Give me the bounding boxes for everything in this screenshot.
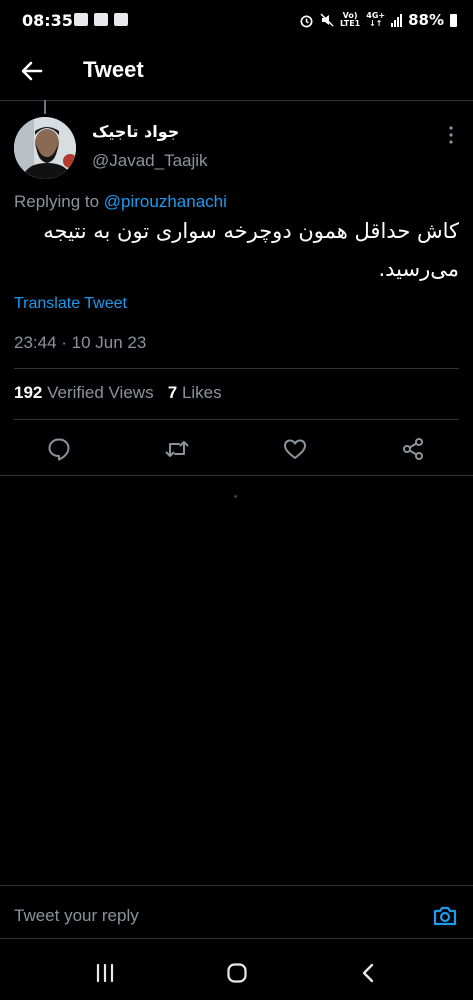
views-count: 192 [14, 383, 43, 402]
likes-count: 7 [167, 383, 178, 402]
gallery-icon [74, 13, 88, 26]
back-icon[interactable] [360, 962, 376, 984]
likes-stat[interactable]: 7 Likes [168, 383, 222, 402]
status-bar: 08:35 Vo) LTE1 4G+ ↓↑ 88% [0, 0, 473, 44]
alarm-icon [300, 14, 313, 27]
tweet-stats: 192 Verified Views 7 Likes [14, 383, 222, 403]
replying-mention-link[interactable]: @pirouzhanachi [104, 192, 227, 211]
views-stat[interactable]: 192 Verified Views [14, 383, 154, 402]
camera-icon[interactable] [432, 904, 458, 928]
header-divider [0, 100, 473, 101]
home-icon[interactable] [226, 962, 248, 984]
message-icon [94, 13, 108, 26]
battery-icon [450, 13, 457, 27]
divider [0, 885, 473, 886]
divider [0, 475, 473, 476]
divider [14, 419, 459, 420]
battery-percent: 88% [408, 11, 444, 29]
tweet-timestamp[interactable]: 23:44 · 10 Jun 23 [14, 333, 146, 353]
page-title: Tweet [83, 57, 144, 82]
author-name[interactable]: جواد تاجیک [92, 122, 292, 141]
replying-to: Replying to @pirouzhanachi [14, 192, 227, 212]
signal-icon [391, 13, 403, 27]
retweet-icon[interactable] [164, 436, 190, 462]
author-handle[interactable]: @Javad_Taajik [92, 151, 208, 171]
share-icon[interactable] [400, 436, 426, 462]
chat-icon [114, 13, 128, 26]
recent-apps-icon[interactable] [93, 962, 117, 984]
views-label: Verified Views [42, 383, 154, 402]
heart-icon[interactable] [282, 436, 308, 462]
more-vertical-icon[interactable] [444, 124, 458, 146]
reply-input[interactable]: Tweet your reply [14, 906, 139, 926]
thread-line [44, 100, 46, 114]
tweet-text: کاش حداقل همون دوچرخه سواری تون به نتیجه… [43, 219, 459, 281]
avatar[interactable] [14, 117, 76, 179]
lte-label: LTE1 [339, 19, 361, 28]
likes-label: Likes [177, 383, 222, 402]
comment-icon[interactable] [46, 436, 72, 462]
divider [0, 938, 473, 939]
mute-icon [320, 13, 334, 27]
replying-prefix: Replying to [14, 192, 104, 211]
loading-dot [234, 495, 237, 498]
header: Tweet [0, 44, 473, 100]
arrow-left-icon[interactable] [18, 57, 46, 85]
status-time: 08:35 [22, 11, 73, 30]
divider [14, 368, 459, 369]
tweet-actions [0, 432, 473, 464]
translate-tweet-link[interactable]: Translate Tweet [14, 295, 127, 313]
data-arrows-icon: ↓↑ [368, 19, 383, 28]
